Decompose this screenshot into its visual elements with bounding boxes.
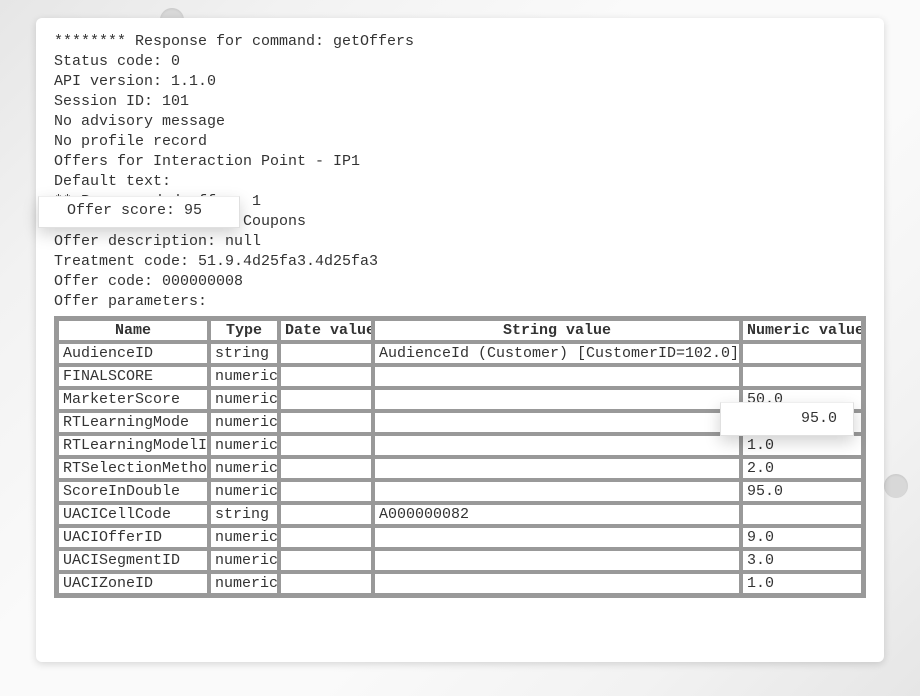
- cell-string: [374, 458, 740, 479]
- cell-string: [374, 481, 740, 502]
- cell-type: numeric: [210, 412, 278, 433]
- cell-date: [280, 504, 372, 525]
- cell-numeric: [742, 504, 862, 525]
- table-row: UACIOfferIDnumeric 9.0: [58, 527, 862, 548]
- cell-numeric: 2.0: [742, 458, 862, 479]
- table-row: ScoreInDoublenumeric 95.0: [58, 481, 862, 502]
- cell-name: UACICellCode: [58, 504, 208, 525]
- offer-description-line: Offer description: null: [54, 232, 866, 252]
- cell-name: FINALSCORE: [58, 366, 208, 387]
- interaction-point-line: Offers for Interaction Point - IP1: [54, 152, 866, 172]
- response-banner: ******** Response for command: getOffers: [54, 32, 866, 52]
- table-row: RTSelectionMethodnumeric 2.0: [58, 458, 862, 479]
- cell-string: [374, 389, 740, 410]
- finalscore-tooltip: 95.0: [720, 402, 854, 436]
- col-header-numeric-value: Numeric value: [742, 320, 862, 341]
- cell-type: string: [210, 504, 278, 525]
- cell-type: numeric: [210, 458, 278, 479]
- cell-type: numeric: [210, 550, 278, 571]
- offer-parameters-table-wrap: Name Type Date value String value Numeri…: [54, 316, 866, 598]
- table-header-row: Name Type Date value String value Numeri…: [58, 320, 862, 341]
- cell-name: ScoreInDouble: [58, 481, 208, 502]
- cell-string: A000000082: [374, 504, 740, 525]
- cell-name: UACIZoneID: [58, 573, 208, 594]
- treatment-code-line: Treatment code: 51.9.4d25fa3.4d25fa3: [54, 252, 866, 272]
- cell-date: [280, 481, 372, 502]
- cell-string: AudienceId (Customer) [CustomerID=102.0]: [374, 343, 740, 364]
- cell-name: AudienceID: [58, 343, 208, 364]
- session-id-line: Session ID: 101: [54, 92, 866, 112]
- cell-name: MarketerScore: [58, 389, 208, 410]
- cell-numeric: 9.0: [742, 527, 862, 548]
- cell-date: [280, 527, 372, 548]
- cell-date: [280, 389, 372, 410]
- cell-name: RTLearningMode: [58, 412, 208, 433]
- cell-numeric: 1.0: [742, 573, 862, 594]
- cell-name: UACIOfferID: [58, 527, 208, 548]
- cell-type: numeric: [210, 481, 278, 502]
- table-row: RTLearningModelIDnumeric 1.0: [58, 435, 862, 456]
- cell-type: string: [210, 343, 278, 364]
- table-row: AudienceIDstring AudienceId (Customer) [C…: [58, 343, 862, 364]
- cell-name: RTSelectionMethod: [58, 458, 208, 479]
- cell-string: [374, 366, 740, 387]
- cell-date: [280, 412, 372, 433]
- api-version-line: API version: 1.1.0: [54, 72, 866, 92]
- col-header-date-value: Date value: [280, 320, 372, 341]
- cell-date: [280, 366, 372, 387]
- cell-name: UACISegmentID: [58, 550, 208, 571]
- table-row: FINALSCOREnumeric: [58, 366, 862, 387]
- offer-score-tooltip: Offer score: 95: [38, 196, 240, 228]
- cell-type: numeric: [210, 573, 278, 594]
- cell-type: numeric: [210, 366, 278, 387]
- cell-numeric: 1.0: [742, 435, 862, 456]
- cell-string: [374, 412, 740, 433]
- advisory-line: No advisory message: [54, 112, 866, 132]
- cell-name: RTLearningModelID: [58, 435, 208, 456]
- offer-parameters-table: Name Type Date value String value Numeri…: [54, 316, 866, 598]
- cell-string: [374, 550, 740, 571]
- cell-string: [374, 527, 740, 548]
- offer-code-line: Offer code: 000000008: [54, 272, 866, 292]
- default-text-line: Default text:: [54, 172, 866, 192]
- table-row: UACISegmentIDnumeric 3.0: [58, 550, 862, 571]
- cell-string: [374, 573, 740, 594]
- profile-line: No profile record: [54, 132, 866, 152]
- table-row: UACIZoneIDnumeric 1.0: [58, 573, 862, 594]
- cell-date: [280, 573, 372, 594]
- table-row: UACICellCodestring A000000082: [58, 504, 862, 525]
- cell-date: [280, 458, 372, 479]
- cell-numeric: 95.0: [742, 481, 862, 502]
- background-decoration: [884, 474, 908, 498]
- cell-numeric: 3.0: [742, 550, 862, 571]
- col-header-string-value: String value: [374, 320, 740, 341]
- col-header-type: Type: [210, 320, 278, 341]
- cell-date: [280, 343, 372, 364]
- cell-numeric: [742, 366, 862, 387]
- response-card: ******** Response for command: getOffers…: [36, 18, 884, 662]
- cell-date: [280, 550, 372, 571]
- status-code-line: Status code: 0: [54, 52, 866, 72]
- offer-parameters-line: Offer parameters:: [54, 292, 866, 312]
- cell-numeric: [742, 343, 862, 364]
- cell-type: numeric: [210, 389, 278, 410]
- cell-date: [280, 435, 372, 456]
- cell-type: numeric: [210, 527, 278, 548]
- col-header-name: Name: [58, 320, 208, 341]
- cell-type: numeric: [210, 435, 278, 456]
- cell-string: [374, 435, 740, 456]
